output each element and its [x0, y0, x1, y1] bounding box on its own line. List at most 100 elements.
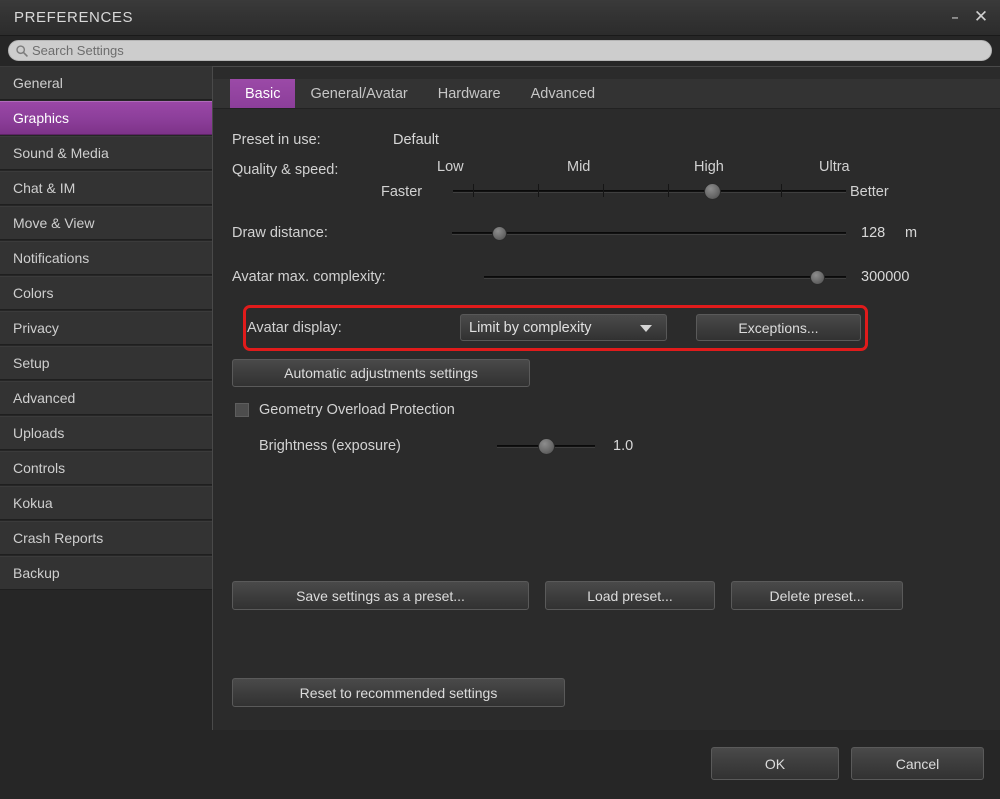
draw-distance-label: Draw distance:	[232, 225, 328, 241]
cancel-button[interactable]: Cancel	[851, 747, 984, 780]
sidebar-item-label: General	[13, 75, 63, 91]
geometry-overload-row: Geometry Overload Protection	[259, 399, 455, 421]
footer: OK Cancel	[0, 730, 1000, 799]
draw-distance-unit-wrap: m	[905, 222, 917, 244]
sidebar-item-label: Colors	[13, 285, 54, 301]
sidebar-item-label: Sound & Media	[13, 145, 109, 161]
brightness-value-wrap: 1.0	[613, 435, 633, 457]
sidebar-item-privacy[interactable]: Privacy	[0, 311, 212, 345]
sidebar-item-backup[interactable]: Backup	[0, 556, 212, 590]
draw-distance-row: Draw distance:	[232, 222, 328, 244]
minimize-icon[interactable]: –	[944, 6, 966, 28]
search-bar: Search Settings	[0, 37, 1000, 63]
sidebar-item-label: Crash Reports	[13, 530, 104, 546]
brightness-slider-thumb[interactable]	[537, 438, 555, 455]
sidebar-item-crash-reports[interactable]: Crash Reports	[0, 521, 212, 555]
sidebar-item-kokua[interactable]: Kokua	[0, 486, 212, 520]
sidebar-item-label: Move & View	[13, 215, 95, 231]
avatar-complexity-value: 300000	[861, 269, 910, 285]
draw-distance-value: 128	[861, 225, 886, 241]
brightness-label: Brightness (exposure)	[259, 438, 401, 454]
close-icon[interactable]: ✕	[970, 6, 992, 28]
search-input[interactable]: Search Settings	[8, 40, 992, 61]
quality-speed-label: Quality & speed:	[232, 162, 339, 178]
sidebar-item-label: Controls	[13, 460, 66, 476]
exceptions-button[interactable]: Exceptions...	[696, 314, 861, 341]
avatar-display-selected-value: Limit by complexity	[469, 319, 592, 336]
draw-distance-unit: m	[905, 225, 918, 241]
save-settings-as-preset-button[interactable]: Save settings as a preset...	[232, 581, 529, 610]
avatar-display-row: Avatar display:	[247, 317, 342, 339]
sidebar-item-general[interactable]: General	[0, 66, 212, 100]
sidebar-item-label: Setup	[13, 355, 50, 371]
sidebar-item-colors[interactable]: Colors	[0, 276, 212, 310]
sidebar-item-label: Kokua	[13, 495, 53, 511]
quality-slider-track[interactable]	[453, 190, 846, 193]
ok-button[interactable]: OK	[711, 747, 839, 780]
sidebar-item-label: Privacy	[13, 320, 59, 336]
quality-slider-thumb[interactable]	[703, 183, 721, 200]
sidebar-item-label: Uploads	[13, 425, 65, 441]
draw-distance-slider-track[interactable]	[452, 232, 846, 235]
sidebar-item-label: Chat & IM	[13, 180, 76, 196]
content-panel: Basic General/Avatar Hardware Advanced Pres…	[212, 66, 1000, 730]
sidebar-item-label: Notifications	[13, 250, 90, 266]
quality-tick-1	[473, 184, 474, 197]
search-placeholder: Search Settings	[32, 43, 124, 58]
quality-tick-5	[781, 184, 782, 197]
tab-hardware[interactable]: Hardware	[423, 79, 516, 108]
search-icon	[16, 44, 28, 57]
draw-distance-value-wrap: 128	[861, 222, 885, 244]
quality-tick-2	[538, 184, 539, 197]
sidebar-item-setup[interactable]: Setup	[0, 346, 212, 380]
brightness-row: Brightness (exposure)	[259, 435, 401, 457]
draw-distance-slider-thumb[interactable]	[491, 226, 507, 241]
sidebar-item-uploads[interactable]: Uploads	[0, 416, 212, 450]
sidebar-item-label: Graphics	[13, 110, 70, 126]
avatar-complexity-slider-thumb[interactable]	[809, 270, 825, 285]
sidebar: General Graphics Sound & Media Chat & IM Mov…	[0, 66, 212, 730]
avatar-complexity-value-wrap: 300000	[861, 266, 909, 288]
automatic-adjustments-settings-button[interactable]: Automatic adjustments settings	[232, 359, 530, 387]
geometry-overload-checkbox[interactable]	[235, 403, 249, 417]
tab-general-avatar[interactable]: General/Avatar	[295, 79, 422, 108]
avatar-display-label: Avatar display:	[247, 320, 342, 336]
preferences-window: PREFERENCES – ✕ Search Settings General G…	[0, 0, 1000, 799]
sidebar-item-advanced[interactable]: Advanced	[0, 381, 212, 415]
quality-better-label: Better	[850, 184, 889, 200]
tab-strip: Basic General/Avatar Hardware Advanced	[213, 79, 1000, 109]
tab-advanced[interactable]: Advanced	[516, 79, 611, 108]
avatar-complexity-slider-track[interactable]	[484, 276, 846, 279]
sidebar-item-chat-im[interactable]: Chat & IM	[0, 171, 212, 205]
tab-basic[interactable]: Basic	[230, 79, 296, 108]
reset-to-recommended-settings-button[interactable]: Reset to recommended settings	[232, 678, 565, 707]
tab-label: General/Avatar	[310, 85, 408, 102]
preset-in-use-row: Preset in use:	[232, 129, 321, 151]
tab-label: Hardware	[437, 85, 501, 102]
sidebar-item-sound-media[interactable]: Sound & Media	[0, 136, 212, 170]
quality-tier-ultra: Ultra	[819, 159, 850, 175]
quality-tier-low: Low	[437, 159, 464, 175]
tab-label: Advanced	[530, 85, 596, 102]
page-title: PREFERENCES	[14, 9, 134, 26]
avatar-complexity-row: Avatar max. complexity:	[232, 266, 386, 288]
chevron-down-icon	[640, 325, 652, 332]
quality-tick-4	[668, 184, 669, 197]
load-preset-button[interactable]: Load preset...	[545, 581, 715, 610]
sidebar-item-move-view[interactable]: Move & View	[0, 206, 212, 240]
sidebar-item-notifications[interactable]: Notifications	[0, 241, 212, 275]
quality-tier-high: High	[694, 159, 724, 175]
preset-in-use-value: Default	[393, 132, 439, 148]
title-bar: PREFERENCES – ✕	[0, 0, 1000, 36]
preset-in-use-label: Preset in use:	[232, 132, 321, 148]
quality-tick-3	[603, 184, 604, 197]
delete-preset-button[interactable]: Delete preset...	[731, 581, 903, 610]
sidebar-item-label: Backup	[13, 565, 60, 581]
quality-tier-mid: Mid	[567, 159, 591, 175]
sidebar-item-label: Advanced	[13, 390, 76, 406]
avatar-display-dropdown[interactable]: Limit by complexity	[460, 314, 667, 341]
sidebar-item-graphics[interactable]: Graphics	[0, 101, 212, 135]
avatar-complexity-label: Avatar max. complexity:	[232, 269, 386, 285]
preset-in-use-value-wrap: Default	[393, 129, 439, 151]
sidebar-item-controls[interactable]: Controls	[0, 451, 212, 485]
